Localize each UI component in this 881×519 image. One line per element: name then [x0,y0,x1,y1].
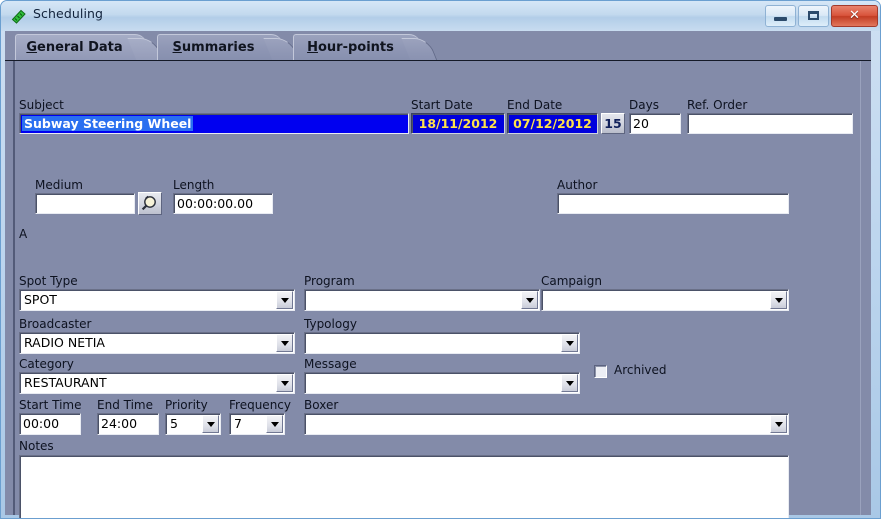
boxer-label: Boxer [304,398,339,412]
window-title: Scheduling [33,6,104,21]
campaign-label: Campaign [541,274,602,288]
chevron-down-icon[interactable] [276,334,293,352]
medium-label: Medium [35,178,83,192]
window-controls: ✕ [765,5,878,27]
priority-label: Priority [165,398,208,412]
broadcaster-label: Broadcaster [19,317,92,331]
tab-general-data-label: General Data [26,40,123,55]
frequency-value: 7 [234,416,242,431]
row-marker-a: A [19,227,28,241]
spot-type-value: SPOT [24,292,57,307]
program-combo[interactable] [304,289,540,311]
spot-type-label: Spot Type [19,274,78,288]
start-date-input[interactable]: 18/11/2012 [411,113,505,134]
days-label: Days [629,98,659,112]
frequency-combo[interactable]: 7 [229,413,285,435]
archived-checkbox[interactable] [594,365,607,378]
end-time-input[interactable]: 24:00 [97,413,159,435]
chevron-down-icon[interactable] [770,291,787,309]
chevron-down-icon[interactable] [276,374,293,392]
archived-label: Archived [614,363,667,377]
close-icon: ✕ [849,8,860,23]
ref-order-label: Ref. Order [687,98,748,112]
category-label: Category [19,357,74,371]
magnifier-icon [141,195,156,211]
subject-value: Subway Steering Wheel [22,116,194,131]
broadcaster-combo[interactable]: RADIO NETIA [19,332,295,354]
chevron-down-icon[interactable] [561,334,578,352]
typology-label: Typology [304,317,357,331]
chevron-down-icon[interactable] [202,415,219,433]
tab-hour-points-label: Hour-points [307,40,394,55]
chevron-down-icon[interactable] [266,415,283,433]
length-input[interactable]: 00:00:00.00 [173,193,273,214]
maximize-button[interactable] [798,5,829,27]
close-button[interactable]: ✕ [831,5,878,27]
end-date-label: End Date [507,98,563,112]
minimize-icon [774,17,787,21]
boxer-combo[interactable] [304,413,789,435]
ruler-icon [10,8,27,25]
tab-hour-points[interactable]: Hour-points [293,34,440,66]
program-label: Program [304,274,355,288]
general-data-page: Subject Subway Steering Wheel Start Date… [5,61,871,518]
spot-type-combo[interactable]: SPOT [19,289,295,311]
medium-input[interactable] [35,193,135,214]
tab-general-data[interactable]: General Data [15,34,166,66]
priority-value: 5 [170,416,178,431]
end-time-label: End Time [97,398,153,412]
end-date-input[interactable]: 07/12/2012 [507,113,598,134]
tab-summaries[interactable]: Summaries [157,34,302,66]
chevron-down-icon[interactable] [561,374,578,392]
ref-order-input[interactable] [687,113,853,134]
subject-label: Subject [19,98,64,112]
title-bar: Scheduling ✕ [1,1,880,31]
start-date-label: Start Date [411,98,473,112]
scheduling-window: Scheduling ✕ General Data Summaries Hour… [0,0,881,519]
chevron-down-icon[interactable] [276,291,293,309]
start-time-label: Start Time [19,398,82,412]
maximize-icon [808,11,819,20]
length-label: Length [173,178,215,192]
notes-label: Notes [19,439,54,453]
broadcaster-value: RADIO NETIA [24,335,105,350]
minimize-button[interactable] [765,5,796,27]
frequency-label: Frequency [229,398,291,412]
message-combo[interactable] [304,372,580,394]
chevron-down-icon[interactable] [770,415,787,433]
category-value: RESTAURANT [24,375,107,390]
calendar-button[interactable]: 15 [601,113,625,134]
medium-search-button[interactable] [138,192,162,215]
start-time-input[interactable]: 00:00 [19,413,81,435]
priority-combo[interactable]: 5 [165,413,221,435]
subject-input[interactable]: Subway Steering Wheel [19,113,409,134]
tab-strip: General Data Summaries Hour-points [5,31,871,66]
category-combo[interactable]: RESTAURANT [19,372,295,394]
days-input[interactable]: 20 [629,113,681,134]
message-label: Message [304,357,357,371]
campaign-combo[interactable] [541,289,789,311]
typology-combo[interactable] [304,332,580,354]
author-label: Author [557,178,598,192]
notes-textarea[interactable] [19,455,789,518]
chevron-down-icon[interactable] [521,291,538,309]
client-area: General Data Summaries Hour-points Subje… [5,31,871,518]
author-input[interactable] [557,193,789,214]
